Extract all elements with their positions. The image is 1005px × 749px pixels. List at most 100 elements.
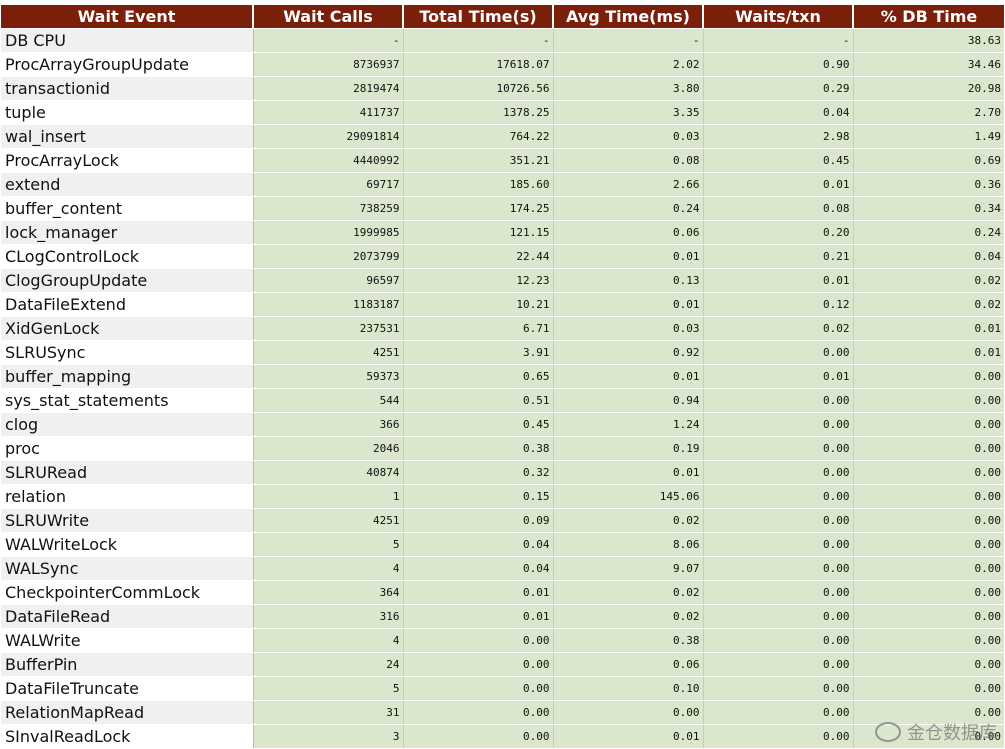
cell-pct-db-time: 0.69 bbox=[853, 148, 1004, 173]
cell-total-time: 12.23 bbox=[403, 268, 554, 293]
header-wait-event: Wait Event bbox=[1, 5, 254, 29]
cell-pct-db-time: 0.34 bbox=[853, 196, 1004, 221]
cell-waits-per-txn: 0.01 bbox=[703, 172, 854, 197]
cell-wait-event: SInvalReadLock bbox=[1, 724, 254, 749]
table-row: SInvalReadLock 3 0.00 0.01 0.00 0.00 bbox=[1, 724, 1004, 749]
cell-wait-event: buffer_content bbox=[1, 196, 254, 221]
table-row: sys_stat_statements 544 0.51 0.94 0.00 0.00 bbox=[1, 388, 1004, 413]
cell-waits-per-txn: 0.00 bbox=[703, 628, 854, 653]
cell-wait-calls: 738259 bbox=[253, 196, 404, 221]
header-pct-db-time: % DB Time bbox=[853, 5, 1004, 29]
cell-wait-calls: 59373 bbox=[253, 364, 404, 389]
cell-waits-per-txn: 0.00 bbox=[703, 460, 854, 485]
cell-total-time: 0.38 bbox=[403, 436, 554, 461]
cell-waits-per-txn: 0.00 bbox=[703, 436, 854, 461]
cell-total-time: 0.09 bbox=[403, 508, 554, 533]
cell-avg-time: 0.03 bbox=[553, 124, 704, 149]
cell-pct-db-time: 0.00 bbox=[853, 484, 1004, 509]
header-avg-time: Avg Time(ms) bbox=[553, 5, 704, 29]
cell-total-time: 22.44 bbox=[403, 244, 554, 269]
cell-pct-db-time: 0.00 bbox=[853, 436, 1004, 461]
cell-waits-per-txn: 0.00 bbox=[703, 340, 854, 365]
cell-waits-per-txn: 0.00 bbox=[703, 652, 854, 677]
cell-waits-per-txn: 2.98 bbox=[703, 124, 854, 149]
table-row: lock_manager 1999985 121.15 0.06 0.20 0.24 bbox=[1, 220, 1004, 245]
cell-wait-calls: - bbox=[253, 28, 404, 53]
table-row: extend 69717 185.60 2.66 0.01 0.36 bbox=[1, 172, 1004, 197]
cell-avg-time: 145.06 bbox=[553, 484, 704, 509]
cell-avg-time: 0.10 bbox=[553, 676, 704, 701]
cell-avg-time: 0.02 bbox=[553, 508, 704, 533]
cell-avg-time: 0.01 bbox=[553, 292, 704, 317]
cell-total-time: 185.60 bbox=[403, 172, 554, 197]
cell-pct-db-time: 0.00 bbox=[853, 412, 1004, 437]
cell-avg-time: 0.00 bbox=[553, 700, 704, 725]
cell-wait-event: RelationMapRead bbox=[1, 700, 254, 725]
cell-total-time: 0.00 bbox=[403, 724, 554, 749]
cell-pct-db-time: 0.00 bbox=[853, 580, 1004, 605]
cell-pct-db-time: 0.00 bbox=[853, 604, 1004, 629]
cell-pct-db-time: 0.00 bbox=[853, 628, 1004, 653]
cell-total-time: 0.65 bbox=[403, 364, 554, 389]
cell-wait-calls: 544 bbox=[253, 388, 404, 413]
cell-avg-time: 0.01 bbox=[553, 364, 704, 389]
weibo-icon bbox=[875, 722, 901, 742]
cell-wait-calls: 2819474 bbox=[253, 76, 404, 101]
cell-waits-per-txn: 0.21 bbox=[703, 244, 854, 269]
table-row: CLogControlLock 2073799 22.44 0.01 0.21 0.04 bbox=[1, 244, 1004, 269]
cell-total-time: 0.32 bbox=[403, 460, 554, 485]
cell-wait-event: WALWriteLock bbox=[1, 532, 254, 557]
table-row: DataFileExtend 1183187 10.21 0.01 0.12 0.02 bbox=[1, 292, 1004, 317]
cell-waits-per-txn: 0.01 bbox=[703, 268, 854, 293]
table-row: XidGenLock 237531 6.71 0.03 0.02 0.01 bbox=[1, 316, 1004, 341]
cell-wait-calls: 364 bbox=[253, 580, 404, 605]
cell-wait-calls: 3 bbox=[253, 724, 404, 749]
cell-waits-per-txn: 0.20 bbox=[703, 220, 854, 245]
table-row: buffer_mapping 59373 0.65 0.01 0.01 0.00 bbox=[1, 364, 1004, 389]
cell-avg-time: 0.01 bbox=[553, 244, 704, 269]
cell-total-time: 174.25 bbox=[403, 196, 554, 221]
cell-total-time: 121.15 bbox=[403, 220, 554, 245]
table-row: ClogGroupUpdate 96597 12.23 0.13 0.01 0.02 bbox=[1, 268, 1004, 293]
cell-wait-event: ProcArrayLock bbox=[1, 148, 254, 173]
cell-avg-time: 0.08 bbox=[553, 148, 704, 173]
cell-avg-time: 2.66 bbox=[553, 172, 704, 197]
cell-avg-time: 8.06 bbox=[553, 532, 704, 557]
cell-waits-per-txn: 0.00 bbox=[703, 676, 854, 701]
table-row: CheckpointerCommLock 364 0.01 0.02 0.00 0.00 bbox=[1, 580, 1004, 605]
table-row: WALSync 4 0.04 9.07 0.00 0.00 bbox=[1, 556, 1004, 581]
table-row: SLRUWrite 4251 0.09 0.02 0.00 0.00 bbox=[1, 508, 1004, 533]
cell-pct-db-time: 0.01 bbox=[853, 316, 1004, 341]
cell-wait-event: wal_insert bbox=[1, 124, 254, 149]
cell-wait-event: extend bbox=[1, 172, 254, 197]
table-row: clog 366 0.45 1.24 0.00 0.00 bbox=[1, 412, 1004, 437]
cell-wait-calls: 96597 bbox=[253, 268, 404, 293]
cell-pct-db-time: 0.00 bbox=[853, 508, 1004, 533]
cell-pct-db-time: 0.00 bbox=[853, 388, 1004, 413]
cell-total-time: 3.91 bbox=[403, 340, 554, 365]
cell-wait-event: buffer_mapping bbox=[1, 364, 254, 389]
table-row: transactionid 2819474 10726.56 3.80 0.29 20.9… bbox=[1, 76, 1004, 101]
cell-wait-calls: 1 bbox=[253, 484, 404, 509]
table-row: relation 1 0.15 145.06 0.00 0.00 bbox=[1, 484, 1004, 509]
cell-wait-event: transactionid bbox=[1, 76, 254, 101]
cell-wait-event: SLRURead bbox=[1, 460, 254, 485]
cell-wait-calls: 2046 bbox=[253, 436, 404, 461]
table-row: RelationMapRead 31 0.00 0.00 0.00 0.00 bbox=[1, 700, 1004, 725]
cell-wait-event: clog bbox=[1, 412, 254, 437]
cell-total-time: 10.21 bbox=[403, 292, 554, 317]
cell-pct-db-time: 2.70 bbox=[853, 100, 1004, 125]
cell-total-time: 0.00 bbox=[403, 628, 554, 653]
cell-total-time: 10726.56 bbox=[403, 76, 554, 101]
cell-waits-per-txn: 0.00 bbox=[703, 508, 854, 533]
cell-pct-db-time: 0.00 bbox=[853, 556, 1004, 581]
cell-pct-db-time: 0.00 bbox=[853, 364, 1004, 389]
cell-pct-db-time: 0.00 bbox=[853, 532, 1004, 557]
cell-total-time: 17618.07 bbox=[403, 52, 554, 77]
cell-wait-calls: 29091814 bbox=[253, 124, 404, 149]
cell-pct-db-time: 0.01 bbox=[853, 340, 1004, 365]
cell-avg-time: 0.94 bbox=[553, 388, 704, 413]
cell-wait-calls: 4 bbox=[253, 556, 404, 581]
cell-wait-event: lock_manager bbox=[1, 220, 254, 245]
cell-wait-calls: 1999985 bbox=[253, 220, 404, 245]
